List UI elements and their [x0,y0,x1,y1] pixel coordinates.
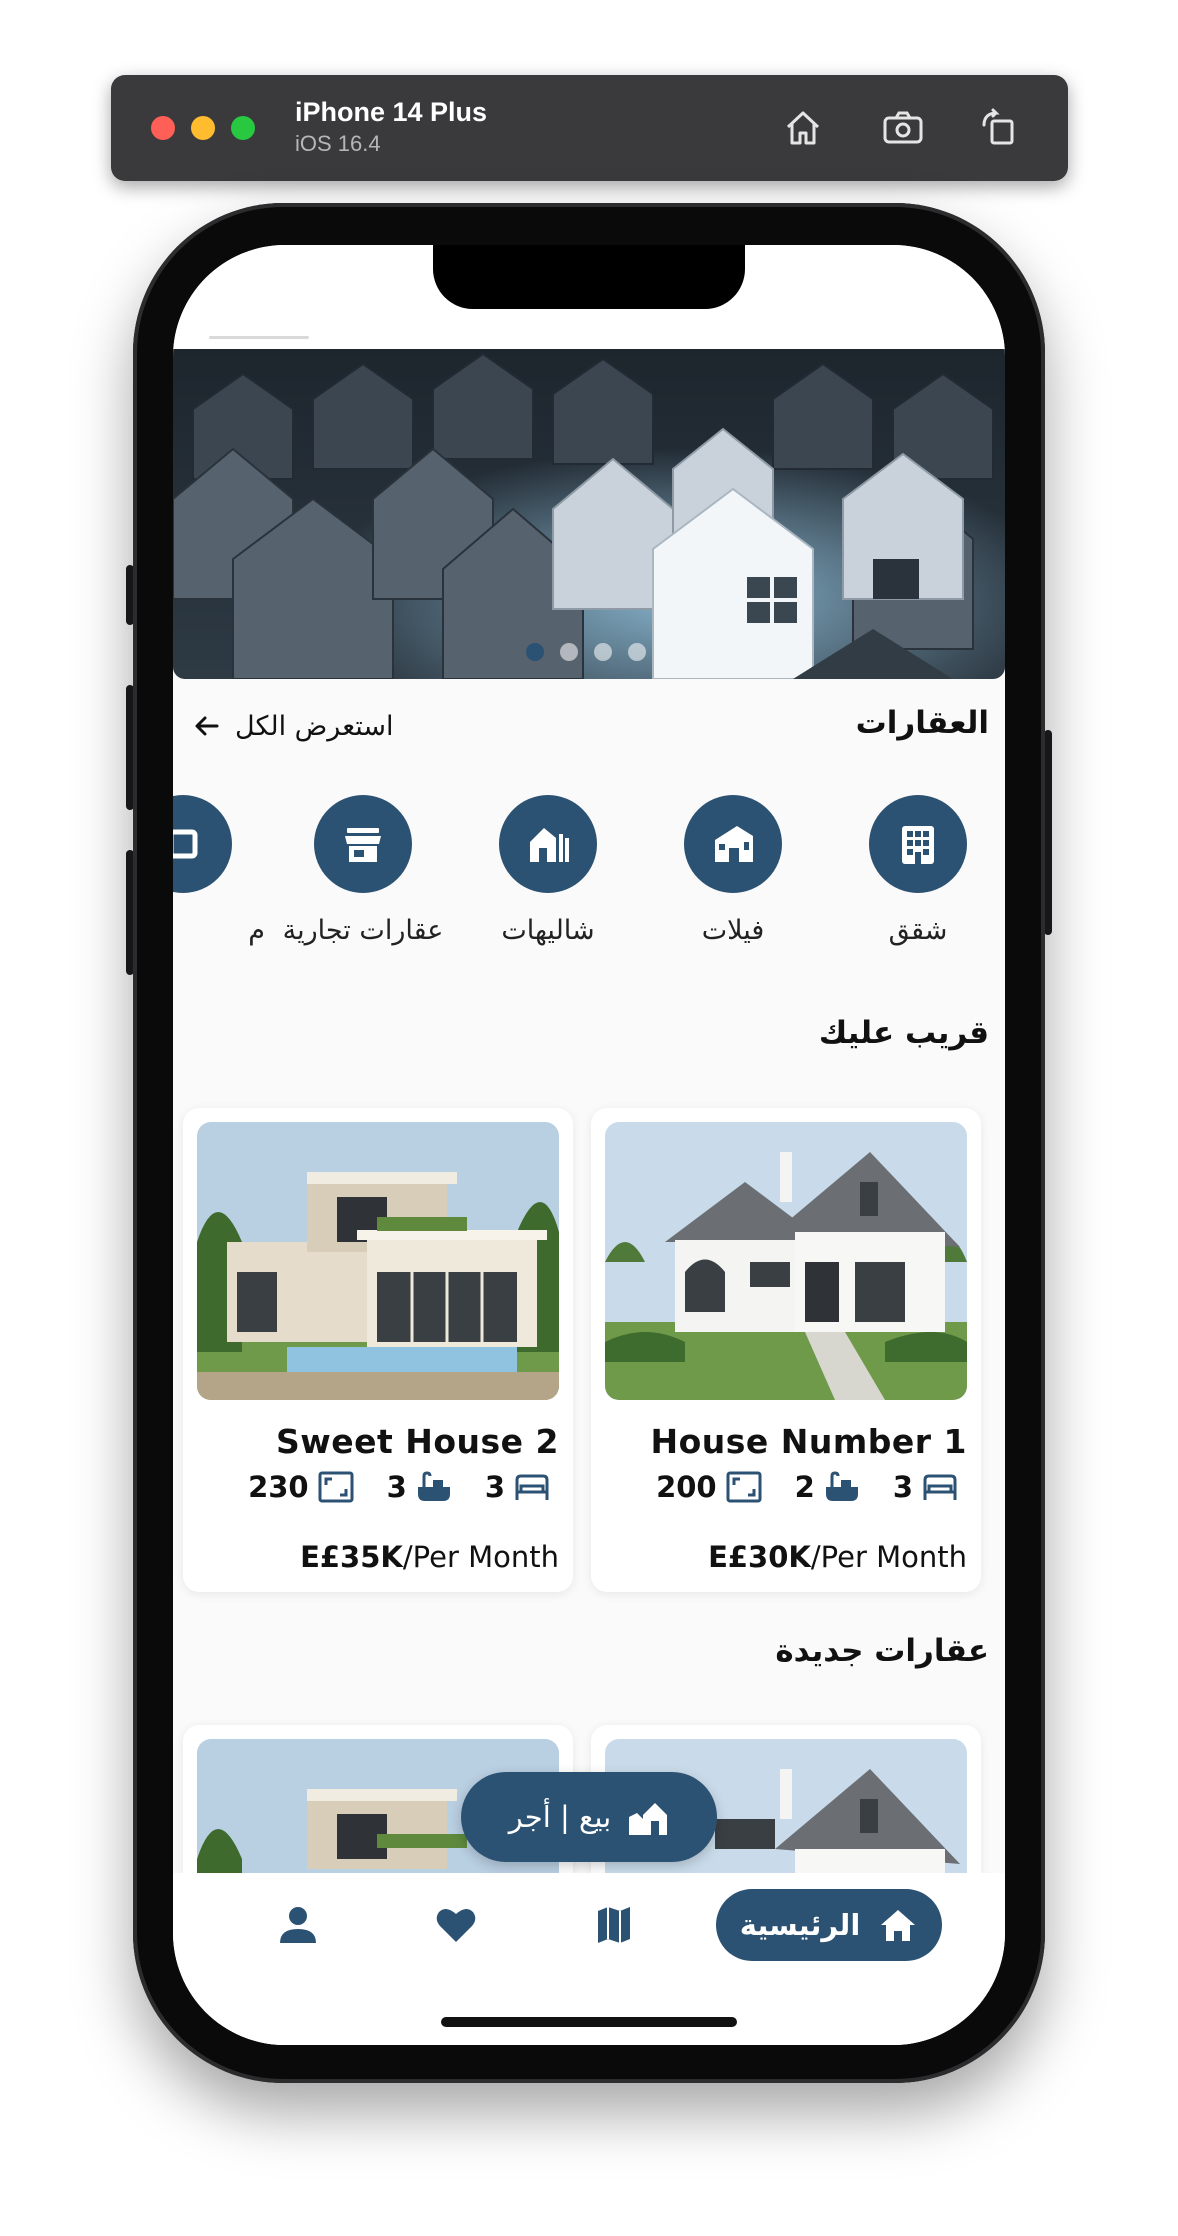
property-image [605,1122,967,1400]
category-label: شقق [888,915,948,946]
property-image [197,1122,559,1400]
camera-icon [883,111,923,144]
property-card[interactable]: House Number 1 200 2 3 E£30K/Per Month [591,1108,981,1592]
status-time: 8:33 [259,269,334,304]
home-indicator[interactable] [441,2017,737,2027]
area-value: 230 [248,1470,309,1504]
store-icon [314,795,412,893]
power-button [1044,730,1052,935]
map-icon [598,1907,630,1943]
banner-pagination [526,643,646,661]
rotate-button[interactable] [976,105,1022,151]
heart-icon [436,1908,476,1942]
nav-home-label: الرئيسية [739,1908,861,1942]
property-title: House Number 1 [650,1422,967,1461]
apartment-building-icon [869,795,967,893]
nav-profile-tab[interactable] [276,1903,320,1947]
pagination-dot[interactable] [526,643,544,661]
price-amount: E£30K [708,1540,811,1574]
property-price: E£35K/Per Month [300,1540,559,1574]
category-commercial[interactable]: عقارات تجارية [273,795,453,946]
price-amount: E£35K [300,1540,403,1574]
category-more-icon [173,795,232,893]
home-outline-icon [786,111,820,145]
notch [433,245,745,309]
category-villas[interactable]: فيلات [643,795,823,946]
close-window-button[interactable] [151,116,175,140]
sell-rent-button[interactable]: بيع | أجر [461,1772,717,1862]
sell-rent-label: بيع | أجر [508,1800,612,1834]
property-price: E£30K/Per Month [708,1540,967,1574]
phone-screen: 8:33 العقارات استعرض الكل شقق فيلات شالي… [173,245,1005,2045]
os-version: iOS 16.4 [295,131,381,156]
arrow-left-icon [195,716,219,736]
bedrooms-value: 3 [484,1470,505,1504]
nav-map-tab[interactable] [592,1903,636,1947]
houses-banner-image [173,349,1005,679]
screenshot-button[interactable] [880,105,926,151]
property-card[interactable]: Sweet House 2 230 3 3 E£35K/Per Month [183,1108,573,1592]
home-icon [881,1910,916,1941]
bathtub-icon [825,1471,858,1501]
device-name: iPhone 14 Plus [295,97,488,127]
scroll-indicator [209,336,309,339]
category-label: م [248,915,265,946]
hero-banner[interactable] [173,349,1005,679]
rotate-icon [982,108,1014,145]
property-title: Sweet House 2 [275,1422,559,1461]
bathtub-icon [417,1471,450,1501]
area-icon [726,1471,762,1503]
villa-icon [684,795,782,893]
new-properties-title: عقارات جديدة [775,1633,989,1669]
zoom-window-button[interactable] [231,116,255,140]
bathrooms-spec: 3 [387,1470,453,1504]
area-icon [318,1471,354,1503]
price-period: /Per Month [810,1540,967,1574]
bathrooms-value: 3 [386,1470,407,1504]
category-label: عقارات تجارية [282,915,444,946]
pagination-dot[interactable] [628,643,646,661]
properties-title: العقارات [855,705,989,741]
category-apartments[interactable]: شقق [828,795,1005,946]
house-hand-icon [629,1803,668,1835]
bathrooms-value: 2 [794,1470,815,1504]
category-label: شاليهات [501,915,595,946]
price-period: /Per Month [402,1540,559,1574]
home-button[interactable] [780,105,826,151]
bedrooms-spec: 3 [893,1470,959,1504]
category-chalets[interactable]: شاليهات [458,795,638,946]
property-specs: 230 3 3 [248,1470,551,1504]
property-specs: 200 2 3 [656,1470,959,1504]
category-more[interactable]: م [173,795,273,946]
category-label: فيلات [701,915,765,946]
bedrooms-value: 3 [892,1470,913,1504]
bed-icon [923,1474,957,1500]
pagination-dot[interactable] [560,643,578,661]
nav-home-tab[interactable]: الرئيسية [716,1889,942,1961]
bathrooms-spec: 2 [795,1470,861,1504]
minimize-window-button[interactable] [191,116,215,140]
area-spec: 230 [248,1470,355,1504]
view-all-link[interactable]: استعرض الكل [191,710,394,742]
view-all-label: استعرض الكل [235,710,394,742]
area-spec: 200 [656,1470,763,1504]
person-icon [280,1907,316,1943]
bedrooms-spec: 3 [485,1470,551,1504]
bed-icon [515,1474,549,1500]
pagination-dot[interactable] [594,643,612,661]
simulator-toolbar: iPhone 14 Plus iOS 16.4 [111,75,1068,181]
nav-favorites-tab[interactable] [434,1903,478,1947]
nearby-title: قريب عليك [818,1015,989,1051]
chalet-icon [499,795,597,893]
area-value: 200 [656,1470,717,1504]
